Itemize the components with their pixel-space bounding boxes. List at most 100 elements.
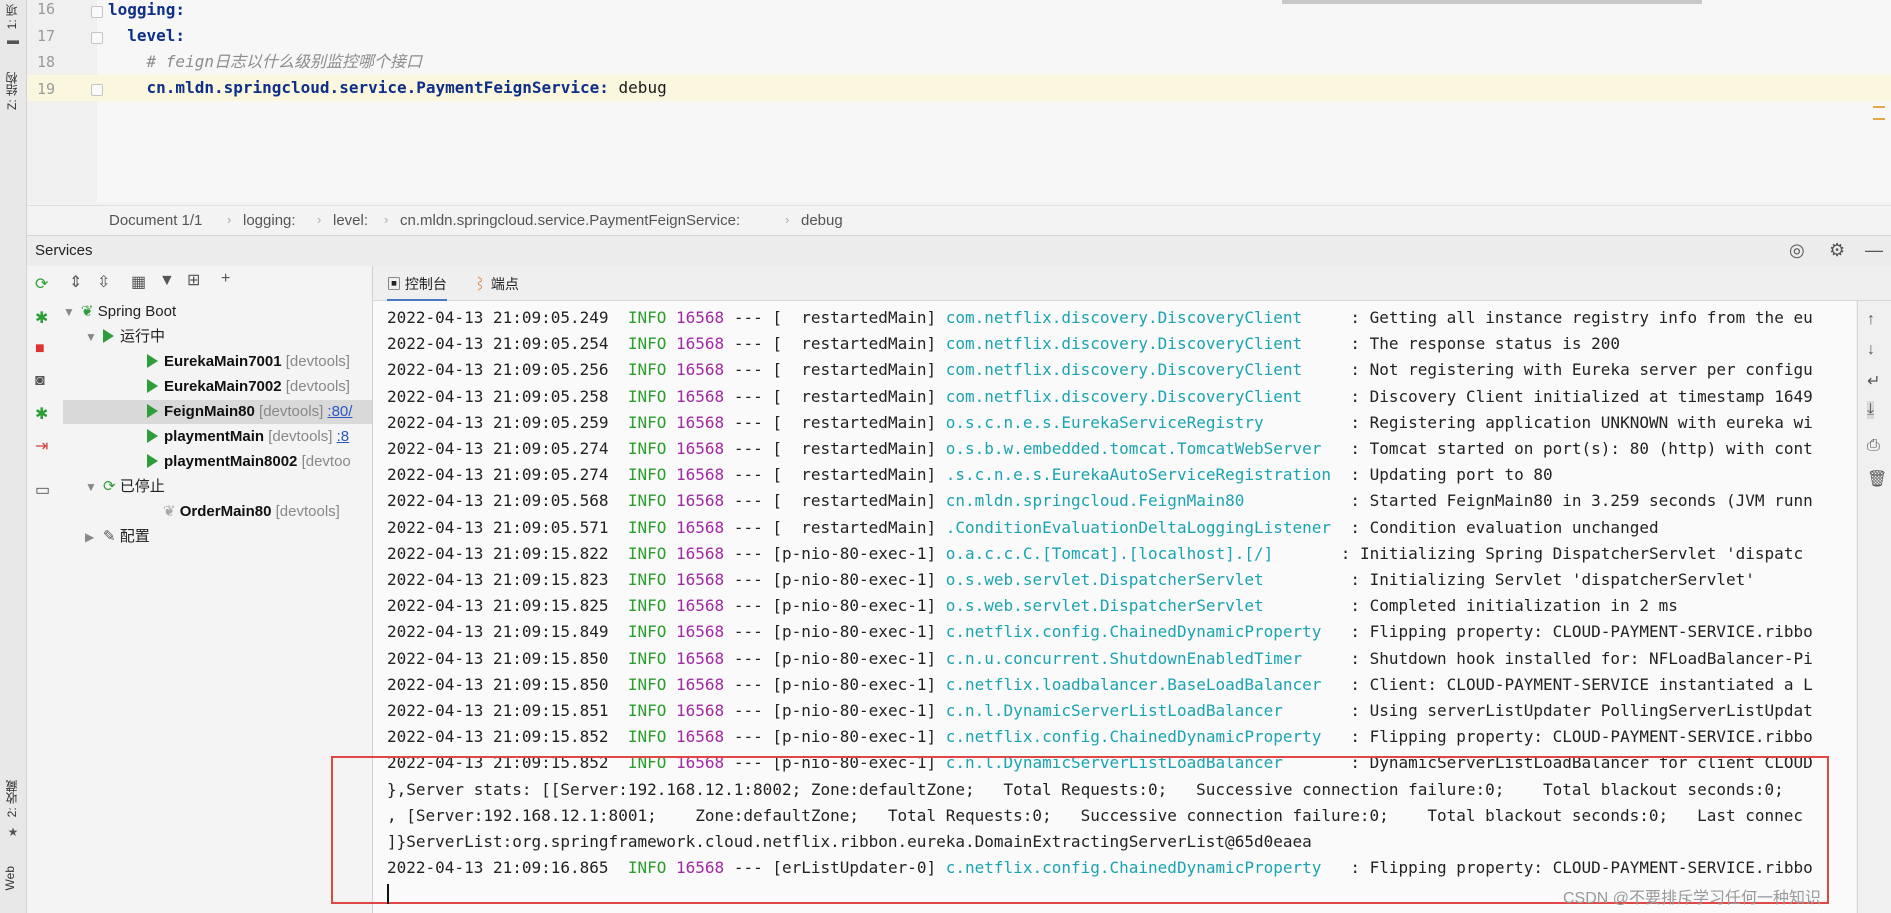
structure-tab[interactable]: Z: 结构 (3, 72, 20, 110)
log-pid: 16568 (676, 570, 725, 589)
code-line: logging: (108, 0, 1891, 23)
expand-all-icon[interactable]: ⇕ (69, 272, 82, 292)
tree-item-service[interactable]: EurekaMain7001 [devtools] (147, 350, 350, 374)
yaml-key: level: (108, 26, 186, 45)
chevron-down-icon[interactable]: ▼ (85, 475, 103, 499)
log-line: 2022-04-13 21:09:05.258 INFO 16568 --- [… (387, 384, 1813, 410)
log-thread: --- [erListUpdater-0] (733, 858, 937, 878)
tree-item-service[interactable]: ❦ OrderMain80 [devtools] (163, 500, 340, 524)
chevron-down-icon[interactable]: ▼ (85, 325, 103, 349)
tab-label: 端点 (490, 276, 519, 292)
console-icon: ▣ (387, 276, 405, 292)
trash-icon[interactable]: 🗑 (1867, 469, 1887, 489)
run-icon (147, 429, 158, 443)
breadcrumb-item[interactable]: level: (333, 212, 368, 229)
log-pid: 16568 (676, 648, 725, 668)
text-caret (387, 884, 389, 904)
breadcrumb-separator: › (227, 212, 232, 227)
gear-icon[interactable]: ⚙ (1829, 240, 1845, 261)
services-header: Services ◎ ⚙ — (27, 235, 1891, 267)
print-icon[interactable]: ⎙ (1867, 437, 1880, 455)
log-message: : The response status is 200 (1350, 334, 1621, 354)
breadcrumb-item[interactable]: logging: (243, 212, 296, 229)
console-output[interactable]: 2022-04-13 21:09:05.249 INFO 16568 --- [… (373, 301, 1856, 913)
breadcrumb-item[interactable]: Document 1/1 (109, 212, 202, 229)
log-timestamp: 2022-04-13 21:09:05.258 (387, 386, 609, 406)
service-name: EurekaMain7001 (164, 353, 282, 370)
log-message: : DynamicServerListLoadBalancer for clie… (1350, 753, 1813, 773)
log-level: INFO (627, 674, 667, 694)
group-icon[interactable]: ▦ (131, 272, 146, 292)
minimize-icon[interactable]: — (1865, 240, 1883, 261)
rerun-icon[interactable]: ⟳ (35, 274, 48, 294)
new-group-icon[interactable]: ⊞ (187, 270, 200, 290)
log-thread: --- [ restartedMain] (733, 465, 937, 485)
target-icon[interactable]: ◎ (1789, 240, 1805, 261)
fold-marker-icon[interactable] (91, 84, 103, 96)
tree-item-service[interactable]: playmentMain8002 [devtoo (147, 450, 372, 474)
log-message: : Started FeignMain80 in 3.259 seconds (… (1350, 491, 1813, 511)
favorites-tab[interactable]: 2: 收藏 (3, 780, 20, 817)
log-pid: 16568 (676, 386, 725, 406)
filter-icon[interactable]: ▼ (159, 272, 175, 290)
yaml-editor[interactable]: 16 logging: 17 level: 18 # feign日志以什么级别监… (27, 0, 1891, 234)
web-tab[interactable]: Web (3, 866, 17, 890)
log-logger: com.netflix.discovery.DiscoveryClient (945, 386, 1341, 406)
log-logger: o.s.web.servlet.DispatcherServlet (945, 570, 1341, 589)
wrench-icon: ✎ (103, 528, 120, 545)
tree-item-service[interactable]: EurekaMain7002 [devtools] (147, 375, 350, 399)
breadcrumb: Document 1/1 › logging: › level: › cn.ml… (27, 205, 1891, 234)
stop-icon[interactable]: ■ (35, 340, 45, 358)
log-level: INFO (627, 360, 667, 380)
arrow-down-icon[interactable]: ↓ (1867, 341, 1875, 359)
log-line: 2022-04-13 21:09:15.823 INFO 16568 --- [… (387, 567, 1755, 593)
project-tab[interactable]: 1: 项 (3, 4, 20, 29)
log-level: INFO (627, 753, 667, 773)
log-level: INFO (627, 334, 667, 354)
tree-node-config[interactable]: ▶ ✎ 配置 (85, 525, 150, 549)
tree-node-running[interactable]: ▼ 运行中 (85, 325, 165, 349)
log-timestamp: 2022-04-13 21:09:15.851 (387, 701, 609, 720)
console-toolbar: ↑ ↓ ↵ ⤓ ⎙ 🗑 (1857, 301, 1891, 913)
breadcrumb-separator: › (785, 212, 790, 227)
line-number: 16 (36, 0, 55, 18)
service-tag: [devtools] (259, 403, 324, 420)
log-thread: --- [p-nio-80-exec-1] (733, 570, 937, 589)
services-tree-panel: ⟳ ⇕ ⇳ ▦ ▼ ⊞ + ✱ ■ ◙ ✱ ⇥ ▭ ▼ ❦ Spring Boot… (27, 266, 373, 913)
collapse-all-icon[interactable]: ⇳ (97, 272, 110, 292)
debug-icon[interactable]: ✱ (35, 308, 48, 328)
service-port-link[interactable]: :8 (337, 428, 350, 445)
folder-icon: ▬ (7, 33, 19, 47)
log-timestamp: 2022-04-13 21:09:15.825 (387, 596, 609, 616)
run-icon (147, 454, 158, 468)
tree-node-spring-boot[interactable]: ▼ ❦ Spring Boot (63, 300, 176, 324)
attach-debugger-icon[interactable]: ✱ (35, 404, 48, 424)
log-logger: cn.mldn.springcloud.FeignMain80 (945, 491, 1341, 511)
chevron-right-icon[interactable]: ▶ (85, 525, 103, 549)
fold-marker-icon[interactable] (91, 32, 103, 44)
breadcrumb-item[interactable]: debug (801, 212, 843, 229)
log-message: : Using serverListUpdater PollingServerL… (1350, 701, 1813, 720)
log-logger: c.netflix.loadbalancer.BaseLoadBalancer (945, 674, 1341, 694)
log-thread: --- [ restartedMain] (733, 412, 937, 432)
service-tag: [devtoo (301, 453, 351, 470)
soft-wrap-icon[interactable]: ↵ (1867, 371, 1880, 391)
arrow-up-icon[interactable]: ↑ (1867, 311, 1875, 329)
fold-marker-icon[interactable] (91, 6, 103, 18)
layout-icon[interactable]: ▭ (35, 480, 50, 500)
tab-endpoints[interactable]: ⌇ 端点 (473, 274, 519, 294)
scroll-to-end-icon[interactable]: ⤓ (1867, 401, 1875, 419)
tree-item-service-selected[interactable]: FeignMain80 [devtools] :80/ (63, 400, 372, 424)
camera-icon[interactable]: ◙ (35, 372, 45, 390)
breadcrumb-separator: › (384, 212, 389, 227)
tree-item-service[interactable]: playmentMain [devtools] :8 (147, 425, 372, 449)
log-message: : Discovery Client initialized at timest… (1350, 386, 1813, 406)
add-icon[interactable]: + (221, 270, 230, 288)
service-port-link[interactable]: :80/ (327, 403, 352, 420)
exit-icon[interactable]: ⇥ (35, 436, 48, 456)
tree-node-stopped[interactable]: ▼ ⟳ 已停止 (85, 475, 165, 499)
tab-console[interactable]: ▣ 控制台 (387, 274, 447, 301)
breadcrumb-item[interactable]: cn.mldn.springcloud.service.PaymentFeign… (400, 212, 740, 229)
run-icon (147, 379, 158, 393)
chevron-down-icon[interactable]: ▼ (63, 300, 81, 324)
